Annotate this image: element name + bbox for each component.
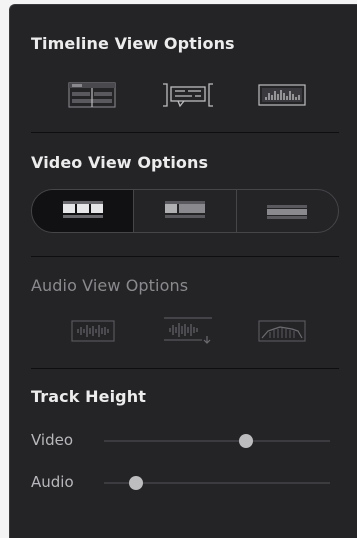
stacked-timelines-icon	[68, 82, 116, 108]
video-view-options-title: Video View Options	[31, 153, 209, 172]
subtitle-track-icon	[163, 83, 213, 108]
audio-waveform-level-icon	[164, 317, 212, 344]
simple-view-button[interactable]	[235, 190, 338, 232]
audio-waveform-level-button[interactable]	[161, 315, 215, 347]
audio-envelope-button[interactable]	[256, 317, 308, 345]
thumbnail-view-button[interactable]	[133, 190, 235, 232]
divider	[31, 132, 339, 133]
video-height-label: Video	[31, 431, 74, 449]
simple-view-icon	[267, 205, 308, 219]
audio-height-slider[interactable]	[104, 476, 330, 490]
stacked-timelines-button[interactable]	[66, 80, 118, 110]
audio-height-slider-thumb[interactable]	[128, 476, 143, 490]
audio-waveform-icon	[71, 320, 115, 342]
audio-envelope-icon	[258, 320, 306, 342]
audio-waveform-track-button[interactable]	[256, 80, 308, 110]
track-height-title: Track Height	[31, 387, 146, 406]
filmstrip-view-button[interactable]	[32, 190, 134, 232]
audio-view-options-title: Audio View Options	[31, 276, 189, 295]
audio-waveform-track-icon	[258, 84, 306, 106]
video-height-slider[interactable]	[104, 434, 330, 448]
timeline-view-options-title: Timeline View Options	[31, 34, 235, 53]
audio-height-label: Audio	[31, 473, 74, 491]
thumbnail-view-icon	[164, 201, 205, 218]
filmstrip-view-icon	[62, 201, 103, 218]
video-view-segmented-control	[31, 189, 339, 233]
divider	[31, 256, 339, 257]
subtitle-track-button[interactable]	[157, 80, 219, 110]
audio-waveform-button[interactable]	[68, 317, 118, 345]
divider	[31, 368, 339, 369]
